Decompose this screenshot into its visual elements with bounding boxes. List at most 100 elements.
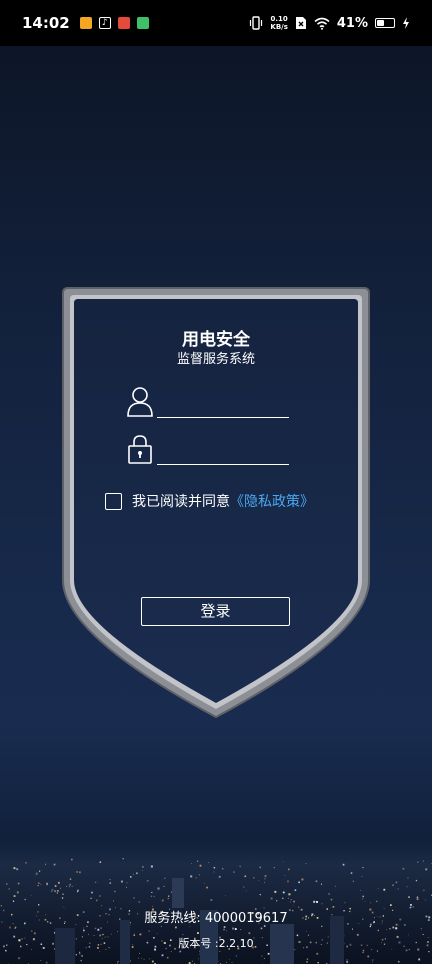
city-light bbox=[16, 868, 19, 871]
city-light bbox=[148, 930, 150, 932]
city-light bbox=[263, 958, 265, 959]
password-input[interactable] bbox=[157, 439, 289, 465]
city-light bbox=[370, 902, 371, 904]
city-light bbox=[245, 890, 247, 892]
city-light bbox=[13, 867, 16, 870]
city-light bbox=[142, 870, 143, 871]
city-light bbox=[78, 952, 81, 955]
city-light bbox=[377, 929, 379, 932]
city-light bbox=[60, 887, 61, 889]
city-light bbox=[406, 886, 408, 888]
city-light bbox=[219, 951, 221, 952]
login-shield: 用电安全 监督服务系统 我已阅读并同意 《隐私政策》 登录 bbox=[60, 285, 372, 723]
city-light bbox=[305, 863, 307, 865]
city-light bbox=[288, 893, 291, 896]
city-light bbox=[13, 895, 16, 897]
city-light bbox=[80, 959, 82, 962]
password-row bbox=[126, 431, 291, 467]
city-light bbox=[317, 962, 319, 964]
city-light bbox=[306, 961, 308, 963]
privacy-policy-link[interactable]: 《隐私政策》 bbox=[230, 491, 314, 511]
city-light bbox=[306, 958, 309, 960]
net-speed-unit: KB/s bbox=[270, 23, 288, 31]
city-light bbox=[364, 901, 366, 902]
city-light bbox=[189, 926, 191, 927]
city-light bbox=[360, 890, 362, 891]
city-light bbox=[273, 867, 275, 869]
city-light bbox=[191, 863, 192, 864]
city-light bbox=[91, 891, 93, 894]
city-light bbox=[372, 959, 374, 961]
city-light bbox=[342, 863, 345, 866]
lock-icon bbox=[128, 435, 152, 464]
username-input[interactable] bbox=[157, 392, 289, 418]
city-light bbox=[45, 961, 48, 964]
city-light bbox=[97, 928, 100, 931]
city-light bbox=[139, 952, 140, 954]
city-light bbox=[109, 879, 111, 880]
city-light bbox=[199, 864, 202, 867]
city-light bbox=[113, 900, 114, 902]
city-light bbox=[38, 904, 40, 906]
city-light bbox=[253, 877, 255, 879]
city-light bbox=[244, 875, 247, 878]
city-light bbox=[233, 871, 235, 873]
city-light bbox=[371, 961, 373, 963]
city-light bbox=[114, 890, 116, 893]
city-light bbox=[30, 894, 32, 896]
city-light bbox=[259, 866, 261, 869]
city-light bbox=[126, 882, 128, 884]
city-light bbox=[8, 888, 10, 890]
city-light bbox=[352, 880, 354, 882]
agree-checkbox[interactable] bbox=[105, 492, 122, 510]
messenger-icon bbox=[136, 17, 149, 29]
service-hotline: 服务热线: 4000019617 bbox=[144, 911, 288, 926]
city-light bbox=[290, 899, 292, 901]
city-light bbox=[33, 932, 36, 935]
battery-fill bbox=[377, 20, 384, 26]
city-light bbox=[298, 881, 300, 884]
city-light bbox=[225, 930, 227, 932]
city-light bbox=[424, 899, 426, 901]
city-light bbox=[292, 904, 294, 906]
city-light bbox=[160, 925, 162, 927]
tiktok-icon: ♪ bbox=[98, 17, 111, 29]
city-light bbox=[69, 886, 71, 888]
city-light bbox=[54, 890, 57, 893]
city-light bbox=[77, 889, 79, 892]
city-light bbox=[94, 927, 97, 930]
net-speed: 0.10 KB/s bbox=[270, 15, 287, 31]
agree-text: 我已阅读并同意 bbox=[132, 494, 230, 510]
battery-icon bbox=[375, 18, 395, 28]
city-light bbox=[99, 895, 101, 897]
city-light bbox=[267, 952, 270, 955]
city-light bbox=[100, 905, 102, 907]
battery-percent: 41% bbox=[336, 15, 368, 31]
city-light bbox=[284, 875, 286, 876]
city-light bbox=[61, 897, 64, 899]
city-light bbox=[198, 874, 200, 876]
city-light bbox=[146, 879, 149, 882]
city-light bbox=[425, 868, 428, 871]
city-light bbox=[264, 881, 265, 883]
city-light bbox=[243, 886, 245, 888]
city-light bbox=[191, 960, 193, 962]
city-light bbox=[344, 902, 346, 904]
city-light bbox=[415, 879, 418, 882]
city-light bbox=[222, 868, 224, 870]
city-light bbox=[151, 891, 153, 893]
city-light bbox=[428, 951, 430, 953]
login-button[interactable]: 登录 bbox=[141, 597, 290, 626]
city-light bbox=[287, 897, 289, 899]
city-light bbox=[40, 883, 42, 885]
city-light bbox=[17, 882, 20, 885]
city-light bbox=[150, 895, 152, 897]
city-light bbox=[138, 901, 140, 903]
city-light bbox=[71, 885, 73, 887]
city-light bbox=[51, 891, 53, 893]
city-light bbox=[53, 863, 56, 866]
city-light bbox=[83, 929, 85, 932]
city-light bbox=[352, 928, 353, 929]
city-light bbox=[143, 958, 145, 960]
shopping-icon bbox=[117, 17, 130, 29]
